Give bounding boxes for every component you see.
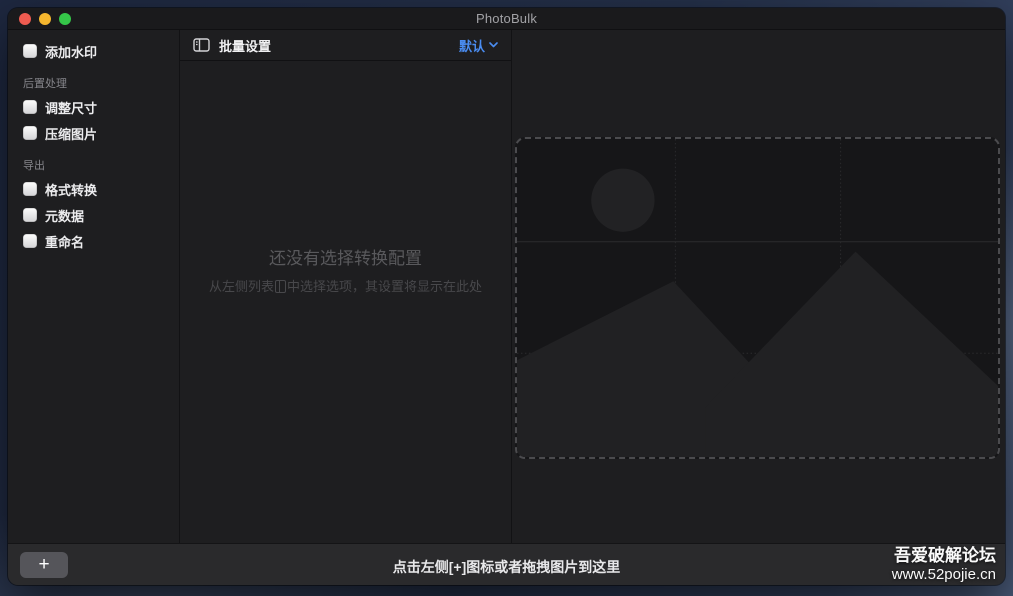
watermark-line2: www.52pojie.cn (892, 566, 996, 583)
photobulk-window: PhotoBulk 添加水印 后置处理 调整尺寸 压缩图片 导出 格式转换 (8, 8, 1005, 585)
preview-panel (512, 30, 1005, 543)
close-button[interactable] (19, 13, 31, 25)
chevron-down-icon (489, 42, 498, 48)
sidebar-item-label: 调整尺寸 (45, 98, 97, 117)
section-title-export: 导出 (23, 157, 179, 173)
watermark-line1: 吾爱破解论坛 (892, 546, 996, 566)
sidebar-item-label: 添加水印 (45, 42, 97, 61)
checkbox-watermark[interactable] (23, 44, 37, 58)
image-placeholder-icon (517, 139, 998, 457)
sidebar-item-watermark[interactable]: 添加水印 (23, 38, 179, 64)
sidebar-item-rename[interactable]: 重命名 (23, 228, 179, 254)
content-area: 添加水印 后置处理 调整尺寸 压缩图片 导出 格式转换 元数据 (8, 30, 1005, 543)
batch-settings-panel: 批量设置 默认 还没有选择转换配置 从左侧列表中选择选项，其设置将显示在此处 (180, 30, 512, 543)
watermark-overlay: 吾爱破解论坛 www.52pojie.cn (892, 546, 996, 583)
settings-header: 批量设置 默认 (180, 30, 511, 61)
sidebar-item-label: 重命名 (45, 232, 84, 251)
minimize-button[interactable] (39, 13, 51, 25)
sidebar-panel-icon (193, 37, 210, 53)
preset-dropdown-label: 默认 (459, 36, 485, 55)
drop-hint-text: 点击左侧[+]图标或者拖拽图片到这里 (8, 557, 1005, 577)
sidebar: 添加水印 后置处理 调整尺寸 压缩图片 导出 格式转换 元数据 (8, 30, 180, 543)
sidebar-item-metadata[interactable]: 元数据 (23, 202, 179, 228)
bottom-toolbar: + 点击左侧[+]图标或者拖拽图片到这里 吾爱破解论坛 www.52pojie.… (8, 543, 1005, 585)
window-title: PhotoBulk (476, 11, 537, 26)
sidebar-item-resize[interactable]: 调整尺寸 (23, 94, 179, 120)
empty-state-title: 还没有选择转换配置 (206, 244, 485, 269)
empty-state-subtitle: 从左侧列表中选择选项，其设置将显示在此处 (206, 278, 485, 295)
section-title-postprocess: 后置处理 (23, 75, 179, 91)
sidebar-item-label: 元数据 (45, 206, 84, 225)
sidebar-item-format-convert[interactable]: 格式转换 (23, 176, 179, 202)
empty-state: 还没有选择转换配置 从左侧列表中选择选项，其设置将显示在此处 (180, 244, 511, 295)
sidebar-item-label: 压缩图片 (45, 124, 97, 143)
empty-subtitle-text: 中选择选项，其设置将显示在此处 (287, 279, 482, 294)
checkbox-rename[interactable] (23, 234, 37, 248)
traffic-lights (19, 13, 71, 25)
checkbox-format-convert[interactable] (23, 182, 37, 196)
checkbox-metadata[interactable] (23, 208, 37, 222)
checkbox-compress[interactable] (23, 126, 37, 140)
titlebar[interactable]: PhotoBulk (8, 8, 1005, 30)
checkbox-resize[interactable] (23, 100, 37, 114)
preset-dropdown[interactable]: 默认 (459, 36, 498, 55)
sidebar-item-label: 格式转换 (45, 180, 97, 199)
settings-panel-title: 批量设置 (219, 36, 271, 55)
zoom-button[interactable] (59, 13, 71, 25)
list-panel-icon (275, 280, 286, 293)
image-drop-zone[interactable] (515, 137, 1000, 459)
empty-subtitle-text: 从左侧列表 (209, 279, 274, 294)
sidebar-item-compress[interactable]: 压缩图片 (23, 120, 179, 146)
